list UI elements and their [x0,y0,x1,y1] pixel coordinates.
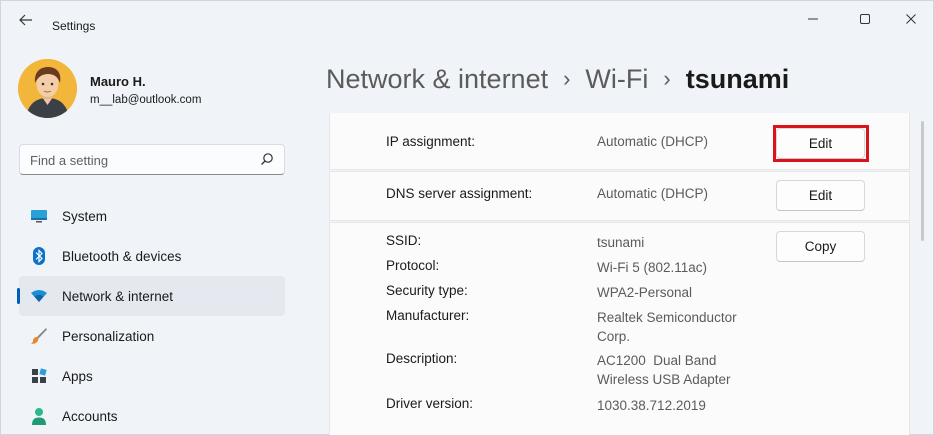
ssid-label: SSID: [386,233,422,248]
active-indicator [17,288,20,304]
title-bar: Settings [1,1,934,37]
ip-assignment-label: IP assignment: [386,134,476,149]
apps-icon [29,366,49,386]
sidebar-item-apps[interactable]: Apps [19,356,285,396]
sidebar-item-label: Apps [62,368,93,384]
sidebar-item-label: Bluetooth & devices [62,248,182,264]
minimize-button[interactable] [791,5,835,33]
back-arrow-icon [19,14,32,26]
dns-assignment-value: Automatic (DHCP) [597,186,709,201]
breadcrumb-wifi[interactable]: Wi-Fi [585,64,648,95]
close-button[interactable] [889,5,933,33]
sidebar-item-personalization[interactable]: Personalization [19,316,285,356]
avatar-person-icon [18,59,77,118]
breadcrumb-network[interactable]: Network & internet [326,64,548,95]
page-title: tsunami [685,63,790,94]
search-input[interactable]: Find a setting [30,153,108,168]
driver-version-label: Driver version: [386,396,474,411]
driver-version-value: 1030.38.712.2019 [597,398,706,413]
app-title: Settings [52,19,96,33]
bluetooth-icon [29,246,49,266]
user-email: m__lab@outlook.com [90,94,202,106]
description-label: Description: [386,351,458,366]
network-properties-card: SSID: tsunami Protocol: Wi-Fi 5 (802.11a… [329,222,910,435]
sidebar-item-bluetooth[interactable]: Bluetooth & devices [19,236,285,276]
minimize-icon [808,18,818,20]
person-icon [29,406,49,426]
ssid-value: tsunami [597,235,645,250]
dns-assignment-card: DNS server assignment: Automatic (DHCP) … [329,171,910,221]
sidebar-item-label: Network & internet [62,288,174,304]
sidebar-item-label: System [62,208,108,224]
sidebar-item-accounts[interactable]: Accounts [19,396,285,435]
back-button[interactable] [13,9,39,31]
sidebar-item-system[interactable]: System [19,196,285,236]
protocol-value: Wi-Fi 5 (802.11ac) [597,260,708,275]
user-name: Mauro H. [90,74,146,89]
close-icon [906,14,916,24]
search-box[interactable]: Find a setting [19,144,285,175]
maximize-button[interactable] [843,5,887,33]
manufacturer-value: Realtek Semiconductor Corp. [597,310,737,344]
breadcrumb-separator: › [663,66,671,91]
security-type-value: WPA2-Personal [597,285,693,300]
sidebar-nav: System Bluetooth & devices Network & int… [17,196,285,435]
dns-assignment-label: DNS server assignment: [386,186,533,201]
ip-edit-button[interactable]: Edit [776,128,865,159]
copy-button[interactable]: Copy [776,231,865,262]
sidebar-item-label: Accounts [62,408,118,424]
sidebar-item-network[interactable]: Network & internet [17,276,285,316]
ip-assignment-card: IP assignment: Automatic (DHCP) Edit [329,113,910,170]
security-type-label: Security type: [386,283,468,298]
brush-icon [29,326,49,346]
dns-edit-button[interactable]: Edit [776,180,865,211]
search-icon[interactable] [260,152,274,166]
avatar [18,59,77,118]
sidebar-item-label: Personalization [62,328,155,344]
settings-window: Settings Mauro H. m__lab@outlook.com Fin… [0,0,934,435]
manufacturer-label: Manufacturer: [386,308,470,323]
breadcrumb-separator: › [563,66,571,91]
breadcrumb: Network & internet › Wi-Fi › tsunami [326,59,789,99]
ip-assignment-value: Automatic (DHCP) [597,134,709,149]
description-value: AC1200 Dual Band Wireless USB Adapter [597,353,731,387]
monitor-icon [29,206,49,226]
scrollbar[interactable] [921,121,924,241]
wifi-icon [29,286,49,306]
maximize-icon [860,14,870,24]
protocol-label: Protocol: [386,258,440,273]
